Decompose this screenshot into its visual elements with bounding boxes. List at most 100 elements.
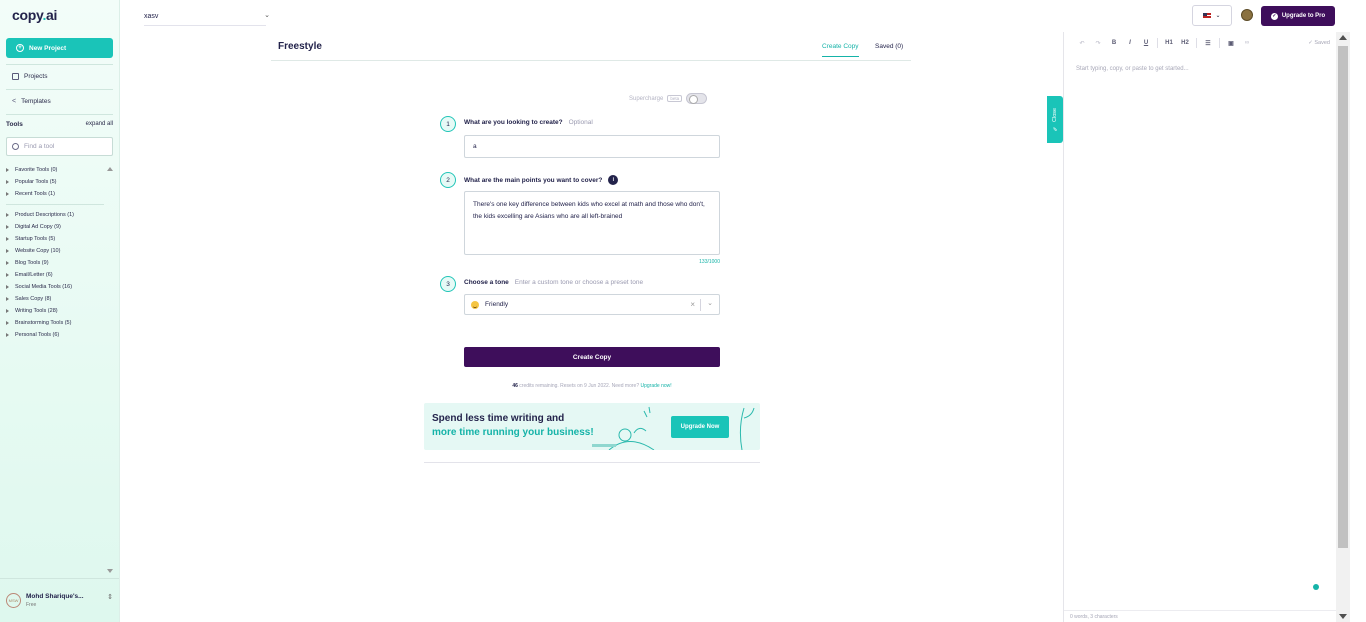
- tool-group-label: Blog Tools (9): [15, 260, 49, 266]
- bold-button[interactable]: B: [1106, 40, 1122, 46]
- question-1: What are you looking to create? Optional: [464, 119, 593, 126]
- optional-hint: Optional: [568, 119, 593, 126]
- tab-saved[interactable]: Saved (0): [875, 43, 903, 50]
- divider: [6, 200, 104, 205]
- projects-link[interactable]: Projects: [12, 73, 47, 80]
- pencil-icon: ✎: [1052, 125, 1058, 132]
- image-icon[interactable]: ▣: [1223, 40, 1239, 47]
- templates-link[interactable]: < Templates: [12, 98, 51, 105]
- tool-group-blog-tools[interactable]: Blog Tools (9): [6, 257, 104, 269]
- clear-icon[interactable]: ×: [690, 300, 695, 309]
- create-copy-button[interactable]: Create Copy: [464, 347, 720, 367]
- caret-right-icon: [6, 309, 9, 313]
- sidebar-scrollbar[interactable]: [105, 165, 115, 575]
- info-icon[interactable]: i: [608, 175, 619, 185]
- sidebar: copy.ai + New Project Projects < Templat…: [0, 0, 120, 622]
- scroll-down-arrow-icon[interactable]: [107, 569, 113, 573]
- caret-right-icon: [6, 333, 9, 337]
- create-input[interactable]: a: [464, 135, 720, 158]
- new-project-label: New Project: [29, 44, 67, 52]
- scrollbar-thumb[interactable]: [1338, 46, 1348, 548]
- tool-group-favorite[interactable]: Favorite Tools (0): [6, 164, 104, 176]
- main-points-textarea[interactable]: There's one key difference between kids …: [464, 191, 720, 255]
- tone-hint: Enter a custom tone or choose a preset t…: [514, 279, 644, 286]
- page-scrollbar[interactable]: [1336, 32, 1350, 622]
- divider: [6, 114, 113, 115]
- plant-illustration-icon: [739, 407, 755, 450]
- italic-button[interactable]: I: [1122, 40, 1138, 46]
- upgrade-now-button[interactable]: Upgrade Now: [671, 416, 729, 438]
- step-3-badge: 3: [440, 276, 456, 292]
- caret-right-icon: [6, 225, 9, 229]
- scroll-down-arrow-icon[interactable]: [1339, 614, 1347, 619]
- tool-group-product-descriptions[interactable]: Product Descriptions (1): [6, 209, 104, 221]
- tone-select[interactable]: Friendly × ⌄: [464, 294, 720, 315]
- close-label: Close: [1052, 107, 1058, 123]
- tool-group-digital-ad-copy[interactable]: Digital Ad Copy (9): [6, 221, 104, 233]
- scroll-up-arrow-icon[interactable]: [1339, 35, 1347, 40]
- credits-text: credits remaining. Resets on 9 Jun 2022.…: [517, 383, 641, 389]
- tool-list: Favorite Tools (0) Popular Tools (5) Rec…: [6, 164, 104, 341]
- tool-group-label: Startup Tools (5): [15, 236, 56, 242]
- smiley-emoji-icon: [471, 300, 479, 309]
- scroll-up-arrow-icon[interactable]: [107, 167, 113, 171]
- heading-2-button[interactable]: H2: [1177, 40, 1193, 46]
- language-select[interactable]: ⌄: [1192, 5, 1232, 26]
- word-count: 0 words, 3 characters: [1064, 610, 1337, 622]
- search-icon: [12, 143, 19, 150]
- grid-icon: [12, 73, 19, 80]
- copyai-logo[interactable]: copy.ai: [12, 7, 57, 23]
- tool-group-personal[interactable]: Personal Tools (6): [6, 329, 104, 341]
- divider: [6, 89, 113, 90]
- banner-line-2: more time running your business!: [432, 427, 594, 438]
- user-menu[interactable]: MSW Mohd Sharique's... Free ⇕: [0, 578, 119, 622]
- project-name: xasv: [144, 13, 159, 20]
- underline-button[interactable]: U: [1138, 40, 1154, 46]
- find-tool-placeholder: Find a tool: [24, 143, 55, 150]
- tool-group-email-letter[interactable]: Email/Letter (6): [6, 269, 104, 281]
- project-select[interactable]: xasv ⌄: [144, 8, 270, 26]
- tab-create-copy[interactable]: Create Copy: [822, 43, 859, 57]
- tool-group-label: Social Media Tools (16): [15, 284, 73, 290]
- undo-icon[interactable]: ↶: [1074, 40, 1090, 47]
- chat-widget-icon[interactable]: [1313, 584, 1319, 590]
- chevron-up-down-icon: ⇕: [107, 594, 113, 601]
- tool-group-popular[interactable]: Popular Tools (5): [6, 176, 104, 188]
- redo-icon[interactable]: ↷: [1090, 40, 1106, 47]
- tool-group-social-media[interactable]: Social Media Tools (16): [6, 281, 104, 293]
- tool-group-label: Favorite Tools (0): [15, 167, 58, 173]
- heading-1-button[interactable]: H1: [1161, 40, 1177, 46]
- editor-placeholder[interactable]: Start typing, copy, or paste to get star…: [1076, 66, 1189, 72]
- tool-group-writing-tools[interactable]: Writing Tools (28): [6, 305, 104, 317]
- tool-group-recent[interactable]: Recent Tools (1): [6, 188, 104, 200]
- projects-label: Projects: [24, 73, 48, 80]
- find-tool-input[interactable]: Find a tool: [6, 137, 113, 156]
- avatar[interactable]: [1241, 9, 1253, 21]
- user-plan: Free: [26, 602, 37, 608]
- us-flag-icon: [1203, 13, 1212, 18]
- supercharge-toggle-row: Supercharge beta: [629, 93, 708, 104]
- new-project-button[interactable]: + New Project: [6, 38, 113, 58]
- beta-badge: beta: [667, 95, 683, 102]
- saved-status: ✓ Saved: [1308, 40, 1330, 46]
- tool-group-brainstorming[interactable]: Brainstorming Tools (5): [6, 317, 104, 329]
- link-icon[interactable]: ∞: [1239, 40, 1255, 46]
- upgrade-now-link[interactable]: Upgrade now!: [641, 383, 672, 389]
- tool-group-sales-copy[interactable]: Sales Copy (8): [6, 293, 104, 305]
- chevron-down-icon[interactable]: ⌄: [707, 299, 713, 307]
- share-nodes-icon: <: [12, 98, 17, 105]
- tools-title: Tools: [6, 121, 23, 128]
- tool-group-startup-tools[interactable]: Startup Tools (5): [6, 233, 104, 245]
- tool-group-label: Product Descriptions (1): [15, 212, 74, 218]
- step-1-badge: 1: [440, 116, 456, 132]
- supercharge-toggle[interactable]: [686, 93, 708, 104]
- upgrade-banner: Spend less time writing and more time ru…: [424, 403, 760, 450]
- upgrade-to-pro-button[interactable]: ✓ Upgrade to Pro: [1261, 6, 1335, 26]
- tool-group-label: Brainstorming Tools (5): [15, 320, 72, 326]
- tool-group-website-copy[interactable]: Website Copy (10): [6, 245, 104, 257]
- caret-right-icon: [6, 249, 9, 253]
- expand-all-link[interactable]: expand all: [86, 121, 113, 128]
- close-editor-tab[interactable]: ✎ Close: [1047, 96, 1063, 143]
- question-2: What are the main points you want to cov…: [464, 175, 619, 185]
- bullet-list-icon[interactable]: ☰: [1200, 40, 1216, 47]
